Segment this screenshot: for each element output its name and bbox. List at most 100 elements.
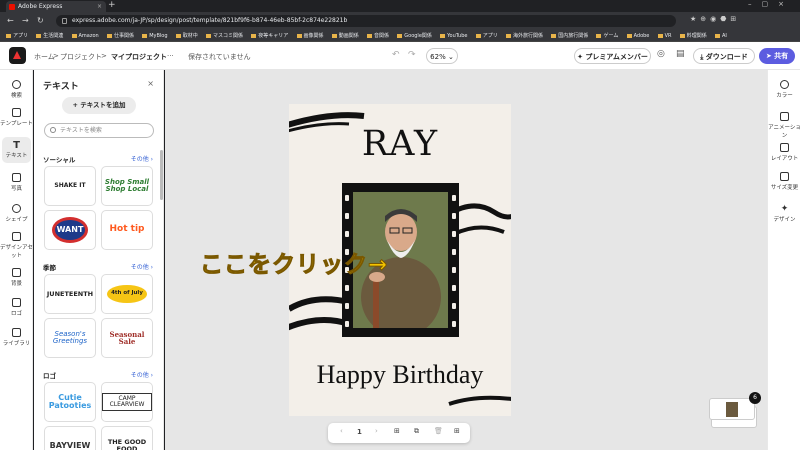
logo-icon bbox=[12, 298, 21, 307]
share-button[interactable]: ➤ 共有 bbox=[759, 48, 795, 64]
card-title[interactable]: RAY bbox=[289, 124, 511, 164]
bookmark[interactable]: ゲーム bbox=[596, 30, 618, 41]
photo-icon bbox=[12, 173, 21, 182]
folder-icon bbox=[397, 33, 403, 38]
breadcrumb-project[interactable]: プロジェクト bbox=[60, 52, 102, 62]
bookmark[interactable]: 生活関連 bbox=[36, 30, 63, 41]
bookmark[interactable]: 仕事関係 bbox=[106, 30, 134, 41]
template-icon bbox=[12, 108, 21, 117]
rail-shapes[interactable]: シェイプ bbox=[0, 204, 33, 223]
zoom-dropdown[interactable]: 62% ⌄ bbox=[426, 48, 458, 64]
rail-resize[interactable]: サイズ変更 bbox=[768, 172, 800, 191]
bookmark[interactable]: 海外旅行関係 bbox=[505, 30, 543, 41]
close-tab-icon[interactable]: × bbox=[97, 1, 102, 12]
text-style-tile[interactable]: Shop Small Shop Local bbox=[101, 166, 153, 206]
comment-icon[interactable]: ▤ bbox=[676, 49, 685, 59]
text-style-tile[interactable]: Cutie Patooties bbox=[44, 382, 96, 422]
window-controls[interactable]: –▢× bbox=[748, 0, 794, 8]
idea-bulb-icon[interactable]: ◎ bbox=[657, 49, 665, 59]
rail-library[interactable]: ライブラリ bbox=[0, 328, 33, 347]
text-style-tile[interactable]: THE GOOD FOOD bbox=[101, 426, 153, 450]
text-style-tile[interactable]: JUNETEENTH bbox=[44, 274, 96, 314]
folder-icon bbox=[251, 33, 257, 38]
delete-page-icon[interactable]: 🗑 bbox=[434, 427, 443, 435]
new-tab-icon[interactable]: + bbox=[108, 0, 116, 10]
text-style-tile[interactable]: WANT bbox=[44, 210, 96, 250]
add-page-icon[interactable]: ⊞ bbox=[394, 427, 400, 435]
prev-page-button[interactable]: ‹ bbox=[340, 427, 343, 435]
rail-templates[interactable]: テンプレート bbox=[0, 108, 33, 127]
premium-button[interactable]: ✦ プレミアムメンバー bbox=[574, 48, 651, 64]
bookmark[interactable]: Adobe bbox=[626, 30, 649, 41]
background-icon bbox=[12, 268, 21, 277]
right-tool-rail: カラー アニメーション レイアウト サイズ変更 ✦ デザイン bbox=[767, 70, 800, 450]
reload-icon[interactable]: ↻ bbox=[37, 16, 44, 25]
rail-search[interactable]: 検索 bbox=[0, 80, 33, 99]
folder-icon bbox=[626, 33, 632, 38]
bookmark[interactable]: Amazon bbox=[71, 30, 99, 41]
url-bar[interactable]: express.adobe.com/ja-JP/sp/design/post/t… bbox=[56, 15, 676, 27]
text-style-tile[interactable]: Hot tip bbox=[101, 210, 153, 250]
breadcrumb-myproject[interactable]: マイプロジェクト bbox=[111, 52, 167, 62]
close-icon[interactable]: × bbox=[147, 79, 154, 88]
animation-icon bbox=[780, 112, 789, 121]
card-subtitle[interactable]: Happy Birthday bbox=[289, 360, 511, 390]
bookmark[interactable]: VR bbox=[657, 30, 672, 41]
text-style-tile[interactable]: Seasonal Sale bbox=[101, 318, 153, 358]
bookmark[interactable]: 夜等キャリア bbox=[251, 30, 288, 41]
rail-text[interactable]: T テキスト bbox=[2, 137, 31, 163]
bookmark[interactable]: AI bbox=[715, 30, 727, 41]
folder-icon bbox=[596, 33, 602, 38]
more-link-seasonal[interactable]: その他 › bbox=[131, 262, 153, 271]
panel-scrollbar[interactable] bbox=[160, 150, 163, 200]
bookmark[interactable]: 取材中 bbox=[175, 30, 198, 41]
bookmark[interactable]: 動画関係 bbox=[331, 30, 359, 41]
rail-design-assets[interactable]: デザインアセット bbox=[0, 232, 33, 259]
download-button[interactable]: ⤓ ダウンロード bbox=[693, 48, 755, 64]
text-style-tile[interactable]: BAYVIEW bbox=[44, 426, 96, 450]
undo-icon[interactable]: ↶ bbox=[392, 50, 400, 60]
bookmark[interactable]: MyBlog bbox=[142, 30, 168, 41]
text-style-tile[interactable]: 4th of July bbox=[101, 274, 153, 314]
browser-tab[interactable]: Adobe Express × bbox=[6, 1, 106, 12]
rail-photos[interactable]: 写真 bbox=[0, 173, 33, 192]
add-text-button[interactable]: + テキストを追加 bbox=[62, 97, 136, 114]
text-style-tile[interactable]: CAMP CLEARVIEW bbox=[101, 382, 153, 422]
extension-icons[interactable]: ★⊕◉⬣⊞ bbox=[690, 15, 740, 23]
bookmark[interactable]: YouTube bbox=[440, 30, 467, 41]
rail-animation[interactable]: アニメーション bbox=[768, 112, 800, 139]
next-page-button[interactable]: › bbox=[375, 427, 378, 435]
library-icon bbox=[12, 328, 21, 337]
back-icon[interactable]: ← bbox=[7, 16, 14, 25]
pages-thumbnail-stack[interactable]: 6 bbox=[709, 392, 761, 428]
breadcrumb-home[interactable]: ホーム bbox=[34, 52, 55, 62]
text-style-tile[interactable]: Season's Greetings bbox=[44, 318, 96, 358]
bookmark[interactable]: アプリ bbox=[6, 30, 28, 41]
rail-logo[interactable]: ロゴ bbox=[0, 298, 33, 317]
bookmark[interactable]: 画像関係 bbox=[296, 30, 324, 41]
duplicate-page-icon[interactable]: ⧉ bbox=[414, 427, 419, 436]
grid-view-icon[interactable]: ⊞ bbox=[454, 427, 460, 435]
text-style-tile[interactable]: SHAKE IT bbox=[44, 166, 96, 206]
rail-layout[interactable]: レイアウト bbox=[768, 143, 800, 162]
folder-icon bbox=[331, 33, 337, 38]
redo-icon[interactable]: ↷ bbox=[408, 50, 416, 60]
forward-icon[interactable]: → bbox=[22, 16, 29, 25]
bookmark[interactable]: マスコミ関係 bbox=[206, 30, 243, 41]
text-search-input[interactable]: テキストを検索 bbox=[44, 123, 154, 138]
more-menu-icon[interactable]: ··· bbox=[167, 52, 174, 60]
panel-title: テキスト bbox=[43, 82, 79, 92]
search-icon bbox=[12, 80, 21, 89]
bookmark[interactable]: Google関係 bbox=[397, 30, 432, 41]
save-status: 保存されていません bbox=[188, 53, 251, 61]
rail-design[interactable]: ✦ デザイン bbox=[768, 204, 800, 223]
more-link-logo[interactable]: その他 › bbox=[131, 370, 153, 379]
more-link-social[interactable]: その他 › bbox=[131, 154, 153, 163]
bookmark[interactable]: 音関係 bbox=[367, 30, 389, 41]
bookmark[interactable]: 国内旅行関係 bbox=[551, 30, 588, 41]
bookmark[interactable]: アプリ bbox=[475, 30, 498, 41]
rail-background[interactable]: 背景 bbox=[0, 268, 33, 287]
rail-color[interactable]: カラー bbox=[768, 80, 800, 99]
bookmark[interactable]: 料理関係 bbox=[679, 30, 707, 41]
adobe-express-logo-icon[interactable] bbox=[9, 47, 26, 64]
